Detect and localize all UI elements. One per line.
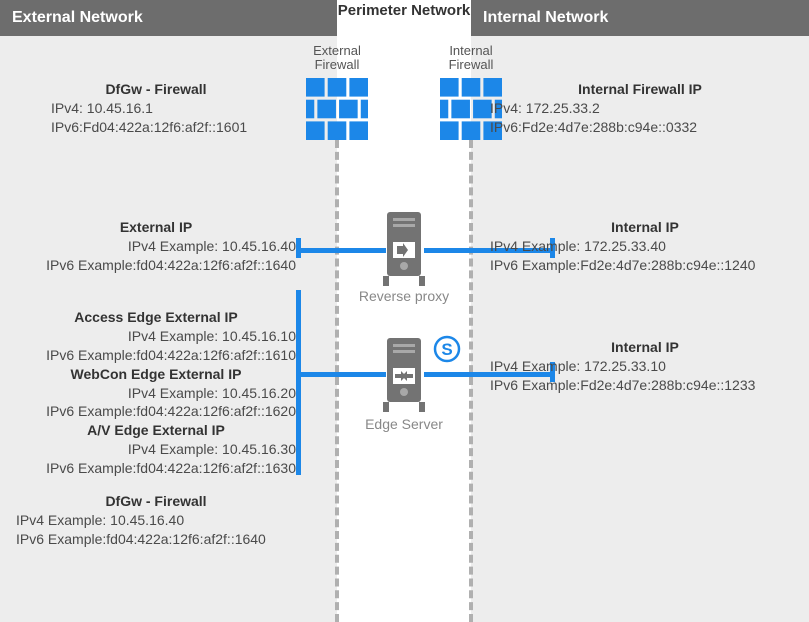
av-ipv4: IPv4 Example: 10.45.16.30	[16, 440, 296, 459]
ipv4: IPv4 Example: 10.45.16.40	[16, 237, 296, 256]
internal-ip-es-block: Internal IP IPv4 Example: 172.25.33.10 I…	[490, 338, 800, 395]
title: DfGw - Firewall	[16, 492, 296, 511]
av-title: A/V Edge External IP	[16, 421, 296, 440]
firewall-icon	[306, 78, 368, 140]
webcon-title: WebCon Edge External IP	[16, 365, 296, 384]
reverse-proxy-caption: Reverse proxy	[337, 288, 471, 304]
ipv6: IPv6:Fd04:422a:12f6:af2f::1601	[51, 118, 296, 137]
access-title: Access Edge External IP	[16, 308, 296, 327]
perimeter-header: Perimeter Network	[337, 0, 471, 44]
dfgw-top-block: DfGw - Firewall IPv4: 10.45.16.1 IPv6:Fd…	[16, 80, 296, 137]
ipv4: IPv4 Example: 172.25.33.10	[490, 357, 800, 376]
external-firewall-label: External Firewall	[302, 44, 372, 73]
external-header: External Network	[0, 0, 337, 36]
svg-text:S: S	[441, 340, 452, 359]
ipv4: IPv4: 172.25.33.2	[490, 99, 790, 118]
connector-line	[296, 248, 386, 253]
internal-ip-rp-block: Internal IP IPv4 Example: 172.25.33.40 I…	[490, 218, 800, 275]
ipv6: IPv6 Example:Fd2e:4d7e:288b:c94e::1240	[490, 256, 800, 275]
internal-firewall-label: Internal Firewall	[436, 44, 506, 73]
server-icon	[383, 338, 425, 414]
title: Internal Firewall IP	[490, 80, 790, 99]
edge-server-caption: Edge Server	[337, 416, 471, 432]
edge-external-block: Access Edge External IP IPv4 Example: 10…	[16, 308, 296, 478]
av-ipv6: IPv6 Example:fd04:422a:12f6:af2f::1630	[16, 459, 296, 478]
title: DfGw - Firewall	[16, 80, 296, 99]
internal-firewall-block: Internal Firewall IP IPv4: 172.25.33.2 I…	[490, 80, 790, 137]
ipv6: IPv6 Example:Fd2e:4d7e:288b:c94e::1233	[490, 376, 800, 395]
ipv6: IPv6 Example:fd04:422a:12f6:af2f::1640	[16, 530, 296, 549]
connector-line	[296, 372, 386, 377]
ipv4: IPv4 Example: 10.45.16.40	[16, 511, 296, 530]
server-icon	[383, 212, 425, 288]
ipv4: IPv4 Example: 172.25.33.40	[490, 237, 800, 256]
access-ipv6: IPv6 Example:fd04:422a:12f6:af2f::1610	[16, 346, 296, 365]
title: External IP	[16, 218, 296, 237]
title: Internal IP	[490, 338, 800, 357]
title: Internal IP	[490, 218, 800, 237]
connector-tick	[296, 238, 301, 258]
webcon-ipv4: IPv4 Example: 10.45.16.20	[16, 384, 296, 403]
access-ipv4: IPv4 Example: 10.45.16.10	[16, 327, 296, 346]
external-ip-block: External IP IPv4 Example: 10.45.16.40 IP…	[16, 218, 296, 275]
ipv6: IPv6:Fd2e:4d7e:288b:c94e::0332	[490, 118, 790, 137]
webcon-ipv6: IPv6 Example:fd04:422a:12f6:af2f::1620	[16, 402, 296, 421]
ipv4: IPv4: 10.45.16.1	[51, 99, 296, 118]
perimeter-boundary-right	[469, 140, 473, 622]
perimeter-boundary-left	[335, 140, 339, 622]
connector-bracket	[296, 290, 301, 475]
internal-header: Internal Network	[471, 0, 809, 36]
ipv6: IPv6 Example:fd04:422a:12f6:af2f::1640	[16, 256, 296, 275]
skype-icon: S	[432, 334, 462, 364]
dfgw-bottom-block: DfGw - Firewall IPv4 Example: 10.45.16.4…	[16, 492, 296, 549]
